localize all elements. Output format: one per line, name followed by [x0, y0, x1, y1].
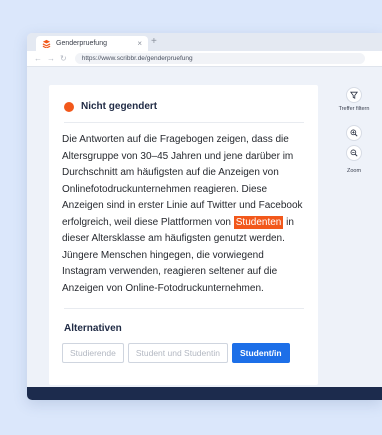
status-label: Nicht gegendert [81, 101, 158, 112]
zoom-label: Zoom [346, 168, 362, 174]
status-dot-icon [64, 101, 74, 112]
new-tab-icon[interactable]: + [151, 36, 157, 47]
zoom-out-button[interactable] [346, 145, 362, 161]
alternative-option-student-in[interactable]: Student/in [231, 343, 290, 363]
scribbr-logo-icon [42, 39, 51, 48]
address-bar: ← → ↻ https://www.scribbr.de/genderpruef… [27, 51, 382, 67]
status-indicator: Nicht gegendert [64, 101, 157, 112]
side-toolbar: Treffer filtern Zoom [333, 87, 375, 174]
filter-button[interactable] [346, 87, 362, 103]
alternative-option-studierende[interactable]: Studierende [62, 343, 124, 363]
url-field[interactable]: https://www.scribbr.de/genderpruefung [74, 53, 365, 64]
zoom-out-icon [350, 149, 358, 157]
forward-icon[interactable]: → [47, 54, 55, 63]
browser-window: Genderpruefung × + ← → ↻ https://www.scr… [27, 33, 382, 400]
analyzed-text: Die Antworten auf die Fragebogen zeigen,… [62, 132, 307, 297]
reload-icon[interactable]: ↻ [60, 54, 67, 63]
zoom-controls: Zoom [346, 125, 362, 174]
filter-icon [350, 91, 358, 99]
divider [64, 122, 304, 123]
back-icon[interactable]: ← [34, 54, 42, 63]
filter-label: Treffer filtern [338, 106, 370, 112]
alternative-option-student-und-studentin[interactable]: Student und Studentin [127, 343, 228, 363]
alternatives-title: Alternativen [64, 323, 122, 334]
browser-tab[interactable]: Genderpruefung × [36, 36, 148, 51]
tab-title: Genderpruefung [56, 40, 107, 47]
close-tab-icon[interactable]: × [137, 39, 142, 48]
zoom-in-button[interactable] [346, 125, 362, 141]
divider [64, 308, 304, 309]
zoom-in-icon [350, 129, 358, 137]
footer-bar [27, 387, 382, 400]
result-card: Nicht gegendert Die Antworten auf die Fr… [49, 85, 318, 385]
text-before: Die Antworten auf die Fragebogen zeigen,… [62, 134, 303, 228]
flagged-word[interactable]: Studenten [233, 215, 284, 229]
alternatives-list: Studierende Student und Studentin Studen… [62, 343, 290, 363]
tab-bar: Genderpruefung × + [27, 33, 382, 51]
